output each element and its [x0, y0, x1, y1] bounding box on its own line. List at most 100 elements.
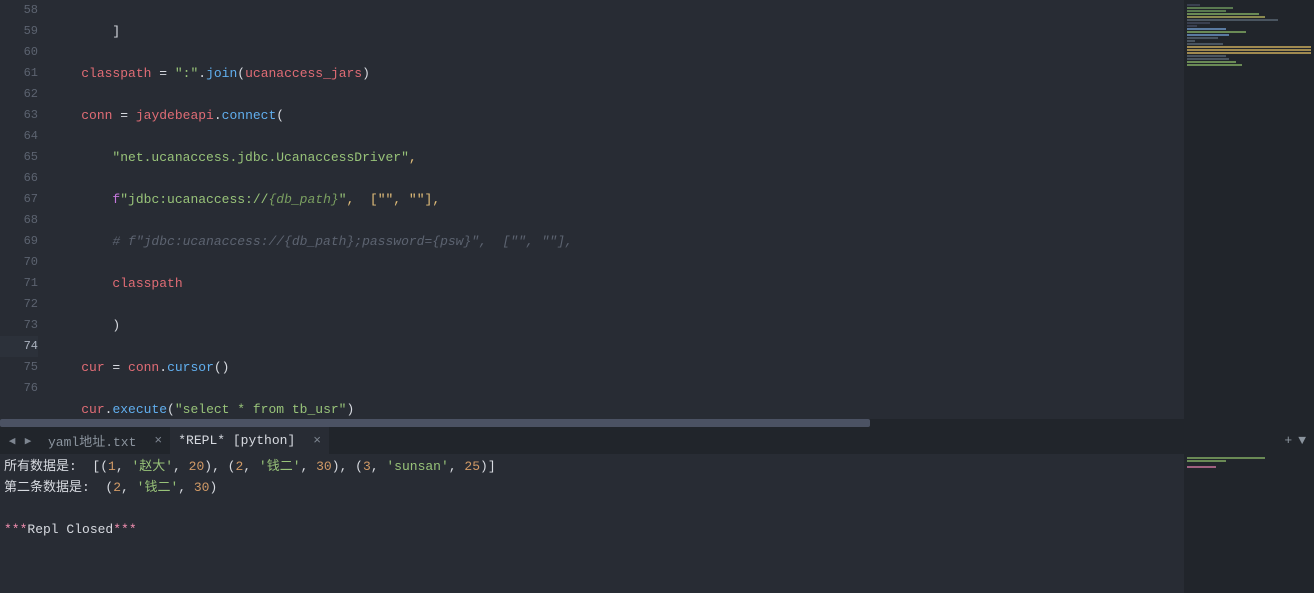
func: connect — [222, 108, 277, 123]
var: classpath — [112, 276, 182, 291]
text: , — [121, 480, 137, 495]
marker: *** — [4, 522, 27, 537]
line-number: 70 — [0, 252, 38, 273]
paren: ( — [276, 108, 284, 123]
dot: . — [198, 66, 206, 81]
paren: ( — [237, 66, 245, 81]
number: 25 — [464, 459, 480, 474]
text: 第二条数据是: ( — [4, 480, 113, 495]
repl-minimap[interactable] — [1184, 454, 1314, 593]
paren: ) — [112, 318, 120, 333]
tab-history: ◀ ▶ — [0, 434, 40, 448]
bracket: ] — [112, 24, 120, 39]
var: classpath — [81, 66, 151, 81]
func: join — [206, 66, 237, 81]
closed-text: Repl Closed — [27, 522, 113, 537]
op: = — [151, 66, 174, 81]
string: '钱二' — [259, 459, 301, 474]
interp: {db_path} — [268, 192, 338, 207]
op: = — [112, 108, 135, 123]
close-icon[interactable]: × — [154, 433, 162, 448]
tab-label: yaml地址.txt — [48, 431, 136, 450]
back-icon[interactable]: ◀ — [9, 434, 16, 448]
line-number: 69 — [0, 231, 38, 252]
var: cur — [81, 360, 104, 375]
line-number: 60 — [0, 42, 38, 63]
number: 3 — [363, 459, 371, 474]
line-number: 71 — [0, 273, 38, 294]
tab-bar: ◀ ▶ yaml地址.txt × *REPL* [python] × + ▼ — [0, 427, 1314, 454]
string: '钱二' — [137, 480, 179, 495]
line-number: 59 — [0, 21, 38, 42]
text: , — [301, 459, 317, 474]
comment: # f"jdbc:ucanaccess://{db_path};password… — [112, 234, 572, 249]
line-number: 63 — [0, 105, 38, 126]
dot: . — [159, 360, 167, 375]
line-number: 76 — [0, 378, 38, 399]
number: 30 — [316, 459, 332, 474]
forward-icon[interactable]: ▶ — [25, 434, 32, 448]
module: cur — [81, 402, 104, 417]
tab-yaml[interactable]: yaml地址.txt × — [40, 427, 170, 454]
paren: ( — [167, 402, 175, 417]
text: , — [371, 459, 387, 474]
number: 20 — [189, 459, 205, 474]
string: " — [339, 192, 347, 207]
tab-label: *REPL* [python] — [178, 433, 295, 448]
tab-controls: + ▼ — [1284, 433, 1314, 448]
repl-output[interactable]: 所有数据是: [(1, '赵大', 20), (2, '钱二', 30), (3… — [0, 454, 1184, 593]
gutter: 58 59 60 61 62 63 64 65 66 67 68 69 70 7… — [0, 0, 46, 419]
number: 1 — [108, 459, 116, 474]
line-number: 74 — [0, 336, 38, 357]
number: 2 — [113, 480, 121, 495]
func: execute — [112, 402, 167, 417]
comma: , — [409, 150, 417, 165]
string: "jdbc:ucanaccess:// — [120, 192, 268, 207]
paren: ) — [347, 402, 355, 417]
line-number: 61 — [0, 63, 38, 84]
string: ":" — [175, 66, 198, 81]
code-body[interactable]: ] classpath = ":".join(ucanaccess_jars) … — [46, 0, 1184, 419]
text: ) — [209, 480, 217, 495]
new-tab-icon[interactable]: + — [1284, 433, 1292, 448]
line-number: 68 — [0, 210, 38, 231]
line-number: 65 — [0, 147, 38, 168]
string: "select * from tb_usr" — [175, 402, 347, 417]
string: 'sunsan' — [386, 459, 448, 474]
line-number: 66 — [0, 168, 38, 189]
line-number: 72 — [0, 294, 38, 315]
line-number: 75 — [0, 357, 38, 378]
horizontal-scrollbar[interactable] — [0, 419, 1314, 427]
minimap[interactable] — [1184, 0, 1314, 419]
text: , — [116, 459, 132, 474]
repl-panel: 所有数据是: [(1, '赵大', 20), (2, '钱二', 30), (3… — [0, 454, 1314, 593]
line-number: 73 — [0, 315, 38, 336]
module: jaydebeapi — [136, 108, 214, 123]
var: conn — [81, 108, 112, 123]
close-icon[interactable]: × — [313, 433, 321, 448]
string: '赵大' — [131, 459, 173, 474]
text: , — [243, 459, 259, 474]
text: 所有数据是: [( — [4, 459, 108, 474]
arg: ucanaccess_jars — [245, 66, 362, 81]
func: cursor — [167, 360, 214, 375]
string: "net.ucanaccess.jdbc.UcanaccessDriver" — [112, 150, 408, 165]
text: )] — [480, 459, 496, 474]
text: ), ( — [332, 459, 363, 474]
text: , — [178, 480, 194, 495]
paren: ) — [362, 66, 370, 81]
text: , — [173, 459, 189, 474]
rest: , ["", ""], — [347, 192, 441, 207]
dot: . — [214, 108, 222, 123]
tab-repl[interactable]: *REPL* [python] × — [170, 427, 329, 454]
text: ), ( — [204, 459, 235, 474]
tab-menu-icon[interactable]: ▼ — [1298, 433, 1306, 448]
editor-area: 58 59 60 61 62 63 64 65 66 67 68 69 70 7… — [0, 0, 1314, 419]
marker: *** — [113, 522, 136, 537]
line-number: 62 — [0, 84, 38, 105]
paren: () — [214, 360, 230, 375]
line-number: 67 — [0, 189, 38, 210]
module: conn — [128, 360, 159, 375]
text: , — [449, 459, 465, 474]
scrollbar-thumb[interactable] — [0, 419, 870, 427]
